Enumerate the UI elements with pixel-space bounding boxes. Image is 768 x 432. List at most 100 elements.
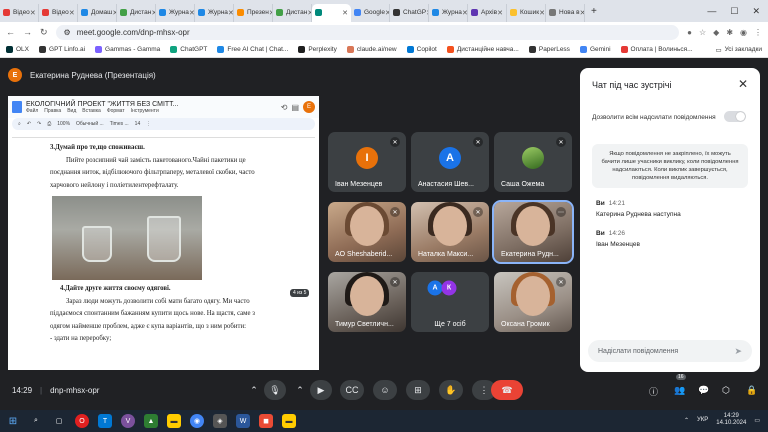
browser-tab[interactable]: Відео ✕ (0, 3, 39, 22)
folder-icon[interactable]: ▬ (282, 414, 296, 428)
present-button[interactable]: ⊞ (406, 380, 430, 400)
tab-close-icon[interactable]: ✕ (228, 9, 233, 17)
bookmark-item[interactable]: ChatGPT (170, 46, 207, 53)
menu-dots-icon[interactable]: ⋮ (754, 28, 762, 37)
browser-tab[interactable]: Журна ✕ (195, 3, 234, 22)
tab-close-icon[interactable]: ✕ (497, 9, 503, 17)
bookmark-item[interactable]: Gemini (579, 46, 611, 53)
emoji-button[interactable]: ☺ (373, 380, 397, 400)
participant-tile[interactable]: ✕ Оксана Громик (494, 272, 572, 332)
browser-tab[interactable]: Домаш✕ (78, 3, 117, 22)
notification-icon[interactable]: ▭ (754, 417, 760, 424)
new-tab-icon[interactable]: + (585, 6, 603, 17)
tab-close-icon[interactable]: ✕ (189, 9, 194, 17)
shared-screen[interactable]: ЕКОЛОГІЧНИЙ ПРОЕКТ "ЖИТТЯ БЕЗ СМІТТ... Ф… (8, 96, 319, 370)
undo-icon: ↶ (26, 121, 32, 127)
opera-icon[interactable]: O (75, 414, 89, 428)
participant-tile[interactable]: А К Ще 7 осіб (411, 272, 489, 332)
participant-tile[interactable]: ✕ Саша Ожема (494, 132, 572, 192)
leave-call-button[interactable]: ☎ (491, 380, 523, 400)
explorer-icon[interactable]: ▬ (167, 414, 181, 428)
close-icon[interactable]: ✕ (738, 77, 748, 91)
browser-tab[interactable]: Презен✕ (234, 3, 273, 22)
forward-icon[interactable]: → (23, 27, 32, 37)
more-icon[interactable]: ⋯ (556, 207, 566, 217)
participant-tile[interactable]: ⋯ Екатерина Рудн... (492, 200, 574, 264)
chat-input[interactable]: Надіслати повідомлення ➤ (588, 340, 752, 362)
app-red-icon[interactable]: ◼ (259, 414, 273, 428)
browser-tab[interactable]: Кошик ✕ (507, 3, 546, 22)
bookmark-item[interactable]: OLX (6, 46, 29, 53)
back-icon[interactable]: ← (6, 27, 15, 37)
teams-icon[interactable]: T (98, 414, 112, 428)
bookmark-item[interactable]: Free AI Chat | Chat... (217, 46, 288, 53)
maximize-icon[interactable]: ☐ (730, 6, 738, 17)
participant-tile[interactable]: ✕ Тимур Светличн... (328, 272, 406, 332)
puzzle-icon[interactable]: ✱ (726, 28, 733, 37)
tab-close-icon[interactable]: ✕ (462, 9, 467, 17)
star-icon[interactable]: ☆ (699, 28, 706, 37)
mic-button[interactable]: 🎙 (264, 380, 286, 400)
chrome-icon[interactable]: ◉ (190, 414, 204, 428)
participant-tile[interactable]: ✕ AO Sheshaberid... (328, 202, 406, 262)
start-icon[interactable]: ⊞ (6, 414, 20, 428)
permission-toggle[interactable] (724, 111, 746, 122)
participant-tile[interactable]: І ✕ Іван Мезенцев (328, 132, 406, 192)
bookmark-item[interactable]: claude.ai/new (346, 46, 397, 53)
all-bookmarks-button[interactable]: ▭ Усі закладки (715, 46, 762, 54)
search-icon[interactable]: ⌕ (29, 414, 43, 428)
photos-icon[interactable]: ▲ (144, 414, 158, 428)
participant-tile[interactable]: ✕ Наталка Макси... (411, 202, 489, 262)
bookmark-item[interactable]: Copilot (406, 46, 437, 53)
host-controls-icon[interactable]: 🔒 (746, 385, 757, 396)
tab-close-icon[interactable]: ✕ (539, 9, 545, 17)
app-icon[interactable]: ◈ (213, 414, 227, 428)
tab-close-icon[interactable]: ✕ (30, 9, 36, 17)
bookmark-item[interactable]: Perplexity (298, 46, 337, 53)
profile-icon[interactable]: ◉ (740, 28, 747, 37)
tab-label: Журна (169, 9, 189, 16)
word-icon[interactable]: W (236, 414, 250, 428)
tab-close-icon[interactable]: ✕ (342, 9, 348, 17)
bookmark-item[interactable]: Оплата | Волинься... (620, 46, 693, 53)
bookmark-favicon-icon (346, 46, 354, 53)
viber-icon[interactable]: V (121, 414, 135, 428)
tray-chevron-icon[interactable]: ⌃ (684, 417, 689, 424)
bookmark-item[interactable]: Дистанційне навча... (446, 46, 519, 53)
clock[interactable]: 14:29 14.10.2024 (716, 413, 746, 427)
bookmark-item[interactable]: Gammas - Gamma (95, 46, 160, 53)
camera-button[interactable]: ▶ (310, 380, 332, 400)
minimize-icon[interactable]: — (707, 6, 716, 17)
tab-close-icon[interactable]: ✕ (69, 9, 75, 17)
info-icon[interactable]: ⓘ (649, 385, 658, 398)
captions-button[interactable]: CC (340, 380, 364, 400)
browser-tab[interactable]: Журна ✕ (429, 3, 468, 22)
close-icon[interactable]: ✕ (752, 6, 760, 17)
browser-tab[interactable]: Відео ✕ (39, 3, 78, 22)
mic-options-icon[interactable]: ⌃ (246, 380, 262, 400)
browser-tab[interactable]: ✕ (312, 3, 351, 22)
participant-tile[interactable]: А ✕ Анастасия Шев... (411, 132, 489, 192)
url-field[interactable]: ⚙ meet.google.com/dnp-mhsx-opr (55, 24, 680, 40)
language-indicator[interactable]: УКР (697, 417, 708, 423)
browser-tab[interactable]: Google✕ (351, 3, 390, 22)
people-icon[interactable]: 👥 (674, 385, 685, 396)
browser-tab[interactable]: Нова в ✕ (546, 3, 585, 22)
bookmark-item[interactable]: GPT Linfo.ai (39, 46, 85, 53)
browser-tab[interactable]: ChatGP✕ (390, 3, 429, 22)
browser-tab[interactable]: Дистан✕ (117, 3, 156, 22)
site-info-icon[interactable]: ⚙ (64, 28, 71, 37)
bookmark-item[interactable]: PaperLess (528, 46, 570, 53)
raise-hand-button[interactable]: ✋ (439, 380, 463, 400)
chat-icon[interactable]: 💬 (698, 385, 709, 396)
camera-options-icon[interactable]: ⌃ (292, 380, 308, 400)
activities-icon[interactable]: ⬡ (722, 385, 730, 396)
browser-tab[interactable]: Журна ✕ (156, 3, 195, 22)
extension-icon[interactable]: ◆ (713, 28, 719, 37)
browser-tab[interactable]: Дистан✕ (273, 3, 312, 22)
task-view-icon[interactable]: ▢ (52, 414, 66, 428)
reload-icon[interactable]: ↻ (40, 27, 48, 38)
browser-tab[interactable]: Архів ✕ (468, 3, 507, 22)
camera-indicator-icon[interactable]: ● (687, 28, 692, 37)
send-icon[interactable]: ➤ (734, 346, 742, 357)
